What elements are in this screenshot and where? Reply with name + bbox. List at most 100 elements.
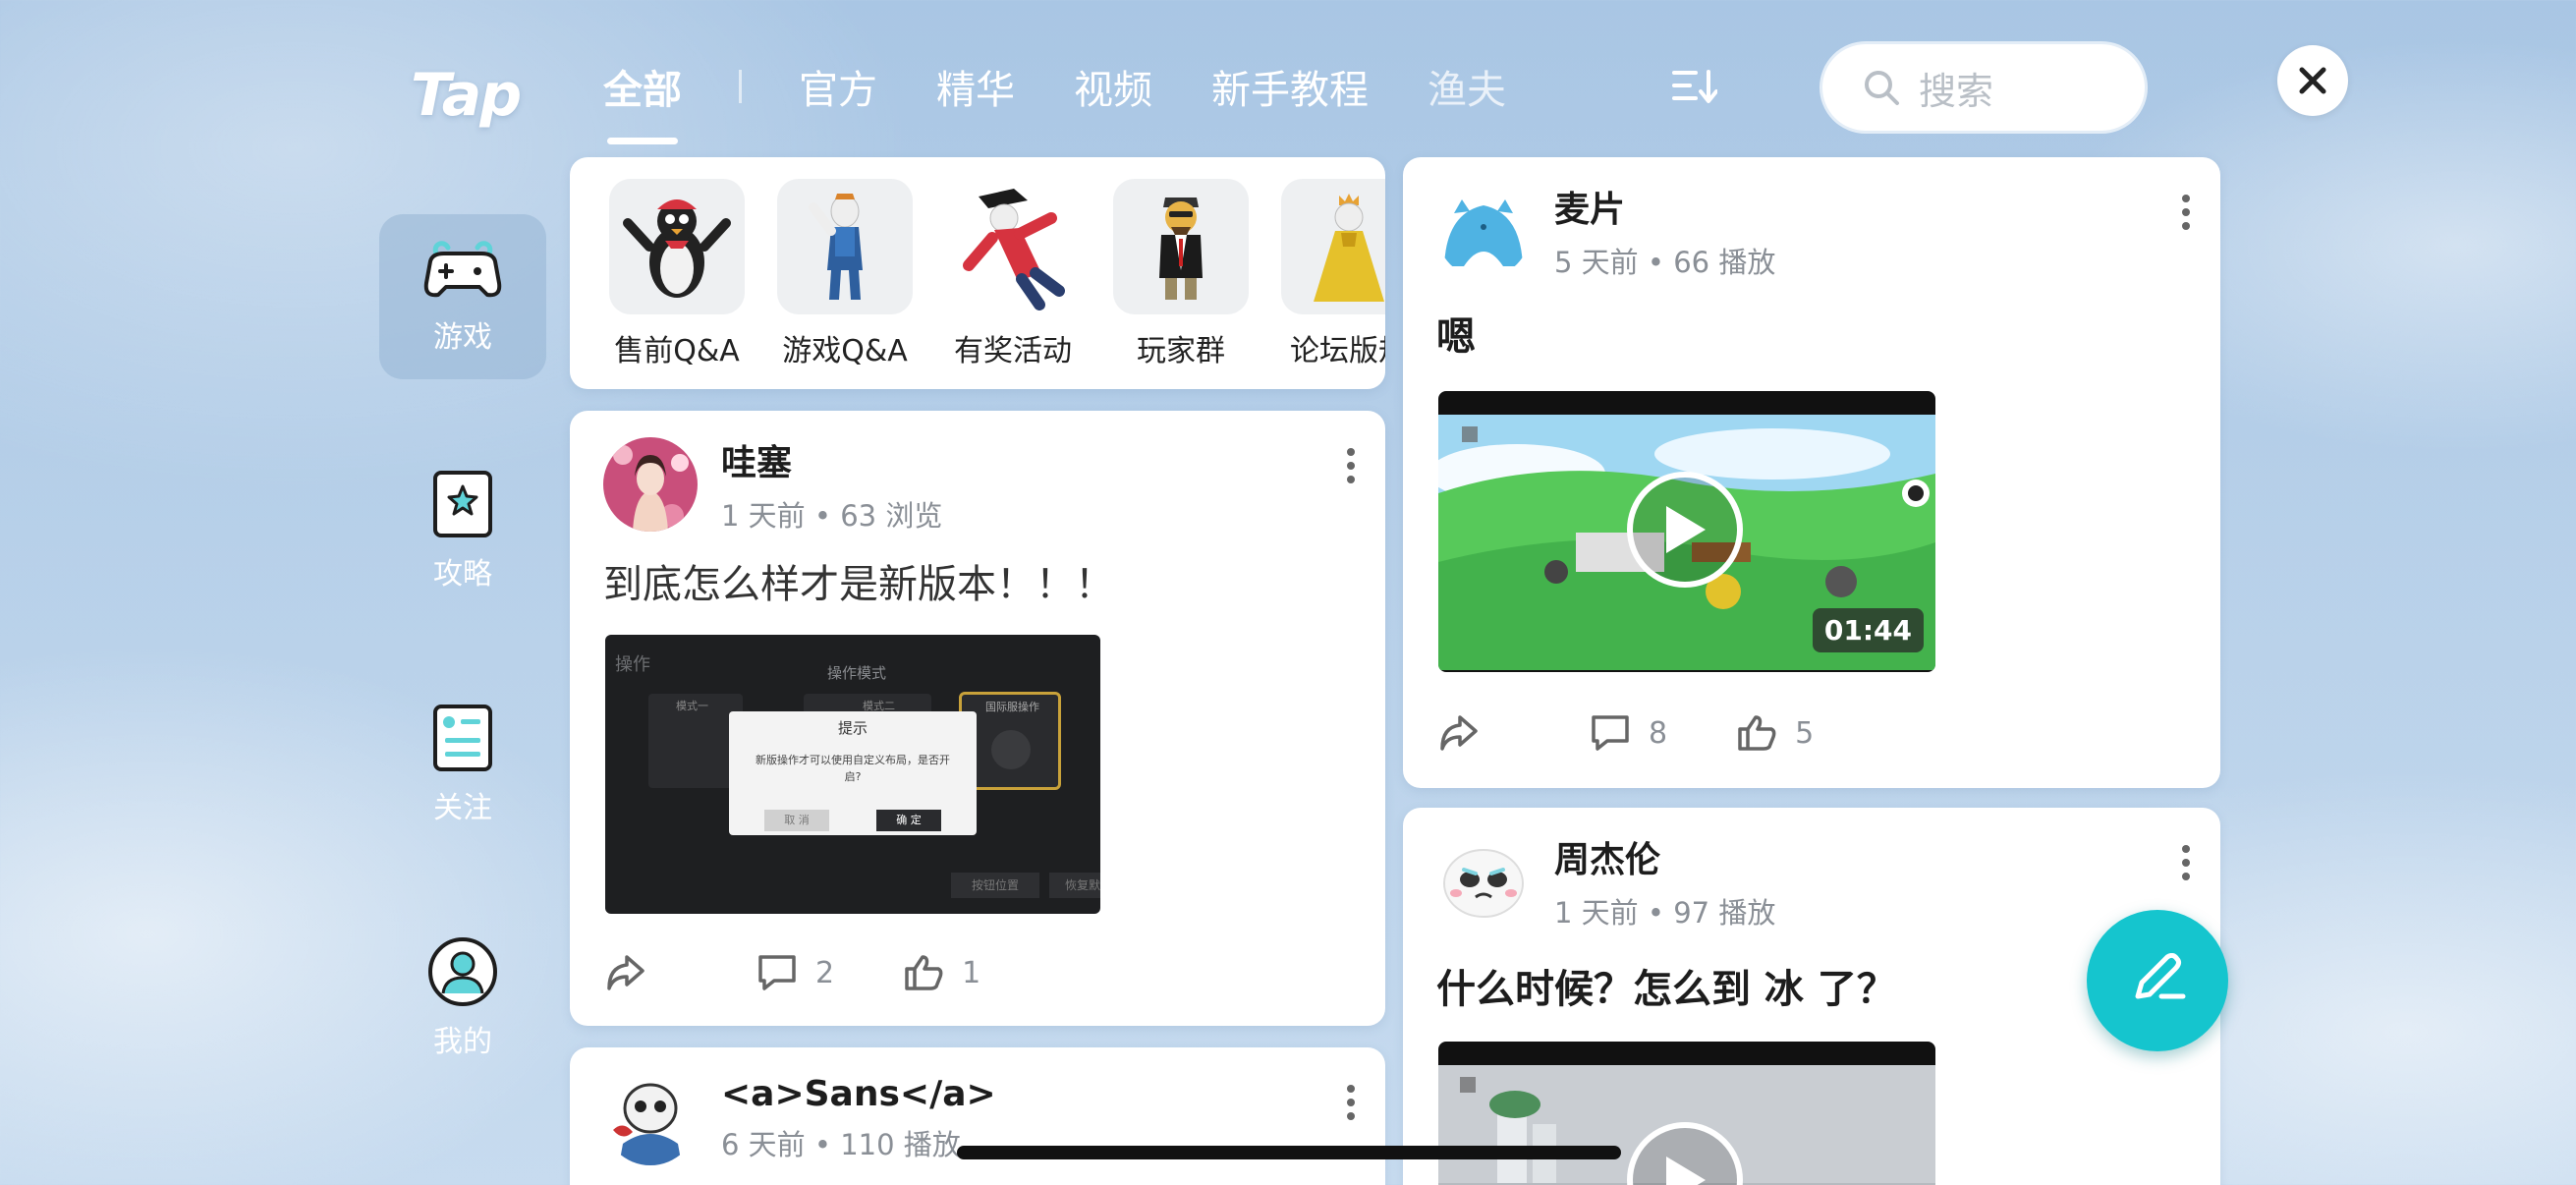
more-options-icon[interactable] <box>1346 1083 1356 1122</box>
image-text: 新版操作才可以使用自定义布局，是否开启? <box>756 754 950 783</box>
avatar[interactable] <box>1436 184 1531 278</box>
sidebar-item-follow[interactable]: 关注 <box>379 682 546 847</box>
tab-tutorial[interactable]: 新手教程 <box>1211 58 1369 115</box>
post-text: 嗯 <box>1436 314 1476 360</box>
category-prize-events[interactable]: 有奖活动 <box>945 179 1081 369</box>
compose-button[interactable] <box>2087 910 2228 1051</box>
category-game-qa[interactable]: 游戏Q&A <box>777 179 913 369</box>
sort-icon[interactable] <box>1672 67 1717 104</box>
worker-character-image <box>777 179 913 314</box>
post-meta: 1 天前 • 63 浏览 <box>721 499 943 533</box>
post-meta: 1 天前 • 97 播放 <box>1554 896 1776 930</box>
more-options-icon[interactable] <box>2181 193 2191 232</box>
category-player-groups[interactable]: 玩家群 <box>1113 179 1249 369</box>
comment-button[interactable]: 8 <box>1590 713 1667 753</box>
post-image[interactable]: 操作 操作模式 模式一 模式二 国际服操作 提示 新版操作才可以使用自定义布局，… <box>605 635 1100 914</box>
share-button[interactable] <box>605 953 646 992</box>
image-text: 提示 <box>837 719 868 737</box>
category-presale-qa[interactable]: 售前Q&A <box>609 179 745 369</box>
sidebar-item-games[interactable]: 游戏 <box>379 214 546 379</box>
home-indicator[interactable] <box>957 1146 1621 1159</box>
comment-icon <box>1592 715 1629 751</box>
like-button[interactable]: 5 <box>1736 713 1814 753</box>
tab-video[interactable]: 视频 <box>1074 58 1152 115</box>
category-strip: 售前Q&A 游戏Q&A 有奖活动 玩家群 论坛版 <box>570 157 1385 389</box>
tab-all[interactable]: 全部 <box>603 58 682 144</box>
avatar[interactable] <box>603 1071 698 1165</box>
pen-icon <box>2135 953 2186 999</box>
tab-divider <box>739 70 742 103</box>
comment-button[interactable]: 2 <box>756 953 834 992</box>
post-card[interactable]: 麦片 5 天前 • 66 播放 嗯 01:44 8 5 <box>1403 157 2220 788</box>
tab-fisherman[interactable]: 渔夫 <box>1428 58 1506 115</box>
comment-icon <box>758 955 796 990</box>
image-text: 模式一 <box>676 700 708 712</box>
post-text: 到底怎么样才是新版本！！！ <box>603 562 1114 607</box>
tab-featured[interactable]: 精华 <box>936 58 1015 115</box>
user-icon <box>428 937 497 1006</box>
gamepad-icon <box>423 241 502 298</box>
video-player[interactable] <box>1438 1042 1935 1185</box>
sidebar-item-me[interactable]: 我的 <box>379 916 546 1081</box>
play-button[interactable] <box>1627 472 1743 588</box>
sidebar-item-guides[interactable]: 攻略 <box>379 448 546 613</box>
share-button[interactable] <box>1438 713 1480 753</box>
close-icon <box>2299 67 2326 94</box>
post-meta: 6 天前 • 110 播放 <box>721 1127 961 1161</box>
sidebar-item-label: 游戏 <box>433 320 492 355</box>
category-label: 售前Q&A <box>614 334 740 368</box>
author-name[interactable]: 麦片 <box>1554 181 1775 232</box>
thumbs-up-icon <box>905 955 943 990</box>
like-count: 5 <box>1795 715 1815 751</box>
category-label: 论坛版规 <box>1290 334 1385 368</box>
pirate-character-image <box>945 179 1081 314</box>
sidebar-item-label: 攻略 <box>433 557 492 592</box>
star-book-icon <box>433 471 492 537</box>
play-icon <box>1666 506 1706 553</box>
category-label: 玩家群 <box>1137 334 1225 368</box>
more-options-icon[interactable] <box>1346 446 1356 485</box>
image-text: 操作 <box>615 654 650 675</box>
comment-count: 2 <box>815 955 835 990</box>
post-meta: 5 天前 • 66 播放 <box>1554 246 1776 279</box>
image-text: 按钮位置 <box>951 873 1039 898</box>
video-player[interactable]: 01:44 <box>1438 391 1935 672</box>
sidebar-item-label: 我的 <box>433 1025 492 1059</box>
image-text: 取 消 <box>764 810 829 831</box>
play-icon <box>1666 1157 1706 1185</box>
category-label: 有奖活动 <box>954 334 1072 368</box>
joystick-icon <box>991 730 1031 769</box>
avatar[interactable] <box>603 437 698 532</box>
author-name[interactable]: 周杰伦 <box>1554 831 1775 882</box>
app-logo: Tap <box>411 61 522 130</box>
category-forum-rules[interactable]: 论坛版规 <box>1281 179 1385 369</box>
category-tabs: 全部 官方 精华 视频 新手教程 渔夫 <box>603 54 1565 144</box>
sidebar-item-label: 关注 <box>433 791 492 825</box>
video-duration: 01:44 <box>1812 608 1924 652</box>
image-text: 操作模式 <box>827 664 887 682</box>
like-button[interactable]: 1 <box>903 953 980 992</box>
image-text: 恢复默 <box>1049 873 1100 898</box>
more-options-icon[interactable] <box>2181 843 2191 882</box>
search-input[interactable]: 搜索 <box>1820 41 2148 134</box>
share-icon <box>607 955 644 990</box>
dialog-box: 提示 新版操作才可以使用自定义布局，是否开启? 取 消 确 定 <box>729 711 977 835</box>
author-name[interactable]: <a>Sans</a> <box>721 1074 996 1114</box>
search-icon <box>1865 71 1899 105</box>
share-icon <box>1440 715 1478 751</box>
suit-character-image <box>1113 179 1249 314</box>
queen-character-image <box>1281 179 1385 314</box>
thumbs-up-icon <box>1738 715 1776 751</box>
category-label: 游戏Q&A <box>782 334 908 368</box>
image-text: 国际服操作 <box>985 701 1039 713</box>
avatar[interactable] <box>1436 834 1531 929</box>
post-card[interactable]: <a>Sans</a> 6 天前 • 110 播放 <box>570 1047 1385 1185</box>
close-button[interactable] <box>2277 45 2348 116</box>
post-text: 什么时候？怎么到 冰 了？ <box>1436 967 1896 1012</box>
image-text: 确 定 <box>876 810 941 831</box>
tab-official[interactable]: 官方 <box>799 58 877 115</box>
like-count: 1 <box>962 955 981 990</box>
comment-count: 8 <box>1649 715 1668 751</box>
post-card[interactable]: 哇塞 1 天前 • 63 浏览 到底怎么样才是新版本！！！ 操作 操作模式 模式… <box>570 411 1385 1026</box>
author-name[interactable]: 哇塞 <box>721 434 942 485</box>
